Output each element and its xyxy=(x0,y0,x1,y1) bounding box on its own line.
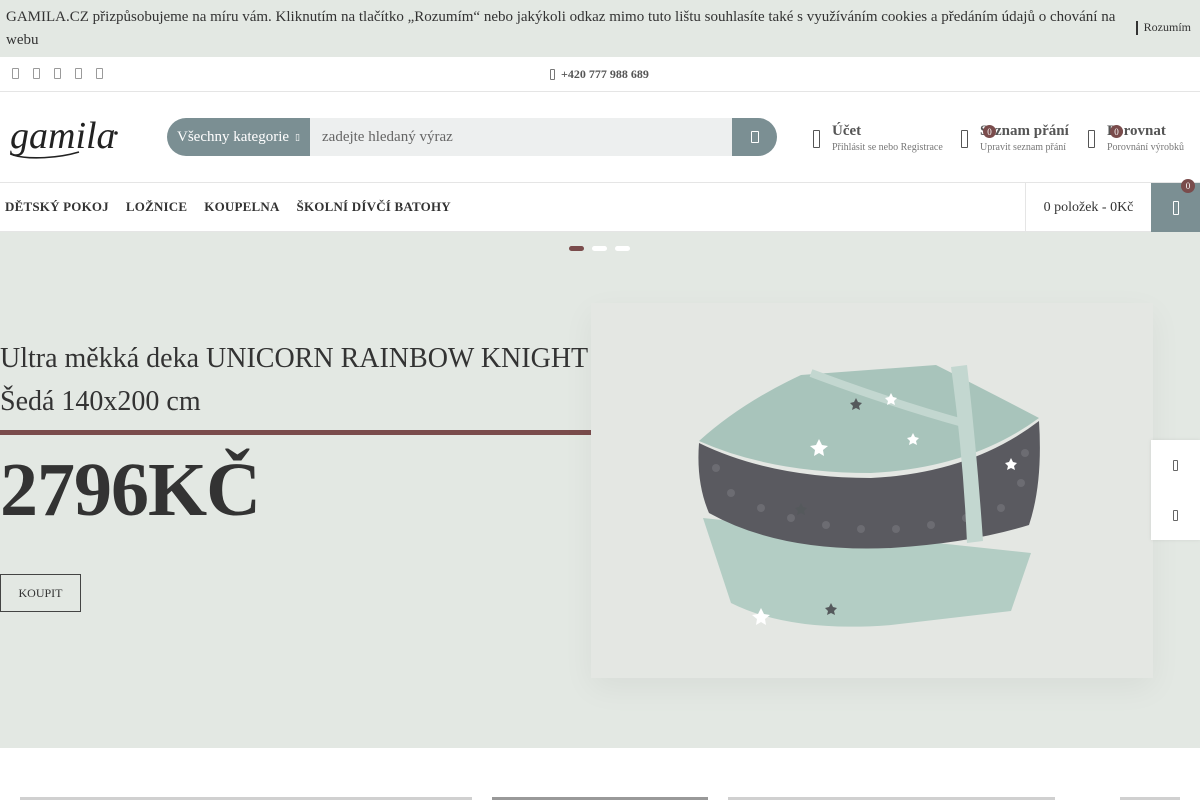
side-button-bottom[interactable] xyxy=(1151,490,1200,540)
side-bottom-icon xyxy=(1173,509,1178,521)
phone-icon xyxy=(550,69,555,80)
slider-dot[interactable] xyxy=(569,246,584,251)
cookie-accept-button[interactable]: Rozumím xyxy=(1135,20,1191,35)
slider-dot[interactable] xyxy=(592,246,607,251)
next-section xyxy=(0,748,1200,800)
cookie-accept-label: Rozumím xyxy=(1143,20,1191,34)
nav-item-skolni-batohy[interactable]: ŠKOLNÍ DÍVČÍ BATOHY xyxy=(297,199,451,215)
heart-icon xyxy=(961,130,968,148)
cart-count-badge: 0 xyxy=(1181,179,1195,193)
cookie-text: GAMILA.CZ přizpůsobujeme na míru vám. Kl… xyxy=(6,9,1116,48)
user-icon xyxy=(813,130,820,148)
top-strip: +420 777 988 689 xyxy=(0,57,1200,92)
gamila-logo[interactable]: gamila xyxy=(9,112,121,162)
hero-price: 2796KČ xyxy=(0,448,261,532)
cart-icon xyxy=(1172,200,1179,215)
youtube-icon[interactable] xyxy=(96,68,103,79)
compare-subtitle: Porovnání výrobků xyxy=(1107,142,1184,153)
category-select[interactable]: Všechny kategorie ▯ xyxy=(167,118,310,156)
product-image[interactable] xyxy=(591,303,1153,678)
facebook-icon[interactable] xyxy=(12,68,19,79)
social-links xyxy=(12,68,103,79)
wishlist-count-badge: 0 xyxy=(983,125,996,138)
chevron-down-icon: ▯ xyxy=(295,131,300,142)
instagram-icon[interactable] xyxy=(54,68,61,79)
slider-dot[interactable] xyxy=(615,246,630,251)
phone-number: +420 777 988 689 xyxy=(561,67,649,81)
cookie-bar: GAMILA.CZ přizpůsobujeme na míru vám. Kl… xyxy=(0,0,1200,57)
buy-button[interactable]: KOUPIT xyxy=(0,574,81,612)
hero-title-line-2: Šedá 140x200 cm xyxy=(0,386,201,417)
slider-pagination xyxy=(569,246,630,251)
close-icon xyxy=(1135,20,1142,35)
pinterest-icon[interactable] xyxy=(75,68,82,79)
account-subtitle: Přihlásit se nebo Registrace xyxy=(832,142,943,153)
main-navigation: DĚTSKÝ POKOJ LOŽNICE KOUPELNA ŠKOLNÍ DÍV… xyxy=(0,179,1200,232)
logo-dot xyxy=(114,131,118,135)
compare-count-badge: 0 xyxy=(1110,125,1123,138)
wishlist-link[interactable]: 0 Seznam přání Upravit seznam přání xyxy=(961,123,1069,155)
nav-item-koupelna[interactable]: KOUPELNA xyxy=(204,199,279,215)
site-header: gamila Všechny kategorie ▯ Účet Přihlási… xyxy=(0,92,1200,183)
search-icon xyxy=(750,131,759,143)
logo-text: gamila xyxy=(10,115,116,157)
category-select-label: Všechny kategorie xyxy=(177,128,290,145)
side-button-top[interactable] xyxy=(1151,440,1200,490)
compare-link[interactable]: 0 Porovnat Porovnání výrobků xyxy=(1088,123,1184,155)
search-input[interactable] xyxy=(310,118,732,156)
search-bar: Všechny kategorie ▯ xyxy=(167,118,777,156)
twitter-icon[interactable] xyxy=(33,68,40,79)
account-link[interactable]: Účet Přihlásit se nebo Registrace xyxy=(813,123,943,155)
cart-summary[interactable]: 0 položek - 0Kč xyxy=(1025,183,1151,232)
hero-title-line-1: Ultra měkká deka UNICORN RAINBOW KNIGHT xyxy=(0,343,589,374)
hero-divider xyxy=(0,430,600,435)
compare-icon xyxy=(1088,130,1095,148)
phone-contact[interactable]: +420 777 988 689 xyxy=(550,67,649,82)
nav-menu: DĚTSKÝ POKOJ LOŽNICE KOUPELNA ŠKOLNÍ DÍV… xyxy=(5,199,451,215)
search-button[interactable] xyxy=(732,118,777,156)
blanket-illustration xyxy=(698,365,1040,627)
account-title: Účet xyxy=(832,123,862,139)
side-action-panel xyxy=(1151,440,1200,540)
wishlist-subtitle: Upravit seznam přání xyxy=(980,142,1067,153)
hero-title: Ultra měkká deka UNICORN RAINBOW KNIGHT … xyxy=(0,337,600,423)
nav-item-detsky-pokoj[interactable]: DĚTSKÝ POKOJ xyxy=(5,199,109,215)
hero-slider: Ultra měkká deka UNICORN RAINBOW KNIGHT … xyxy=(0,232,1200,748)
cart-button[interactable]: 0 xyxy=(1151,179,1200,232)
nav-item-loznice[interactable]: LOŽNICE xyxy=(126,199,187,215)
side-top-icon xyxy=(1173,459,1178,471)
